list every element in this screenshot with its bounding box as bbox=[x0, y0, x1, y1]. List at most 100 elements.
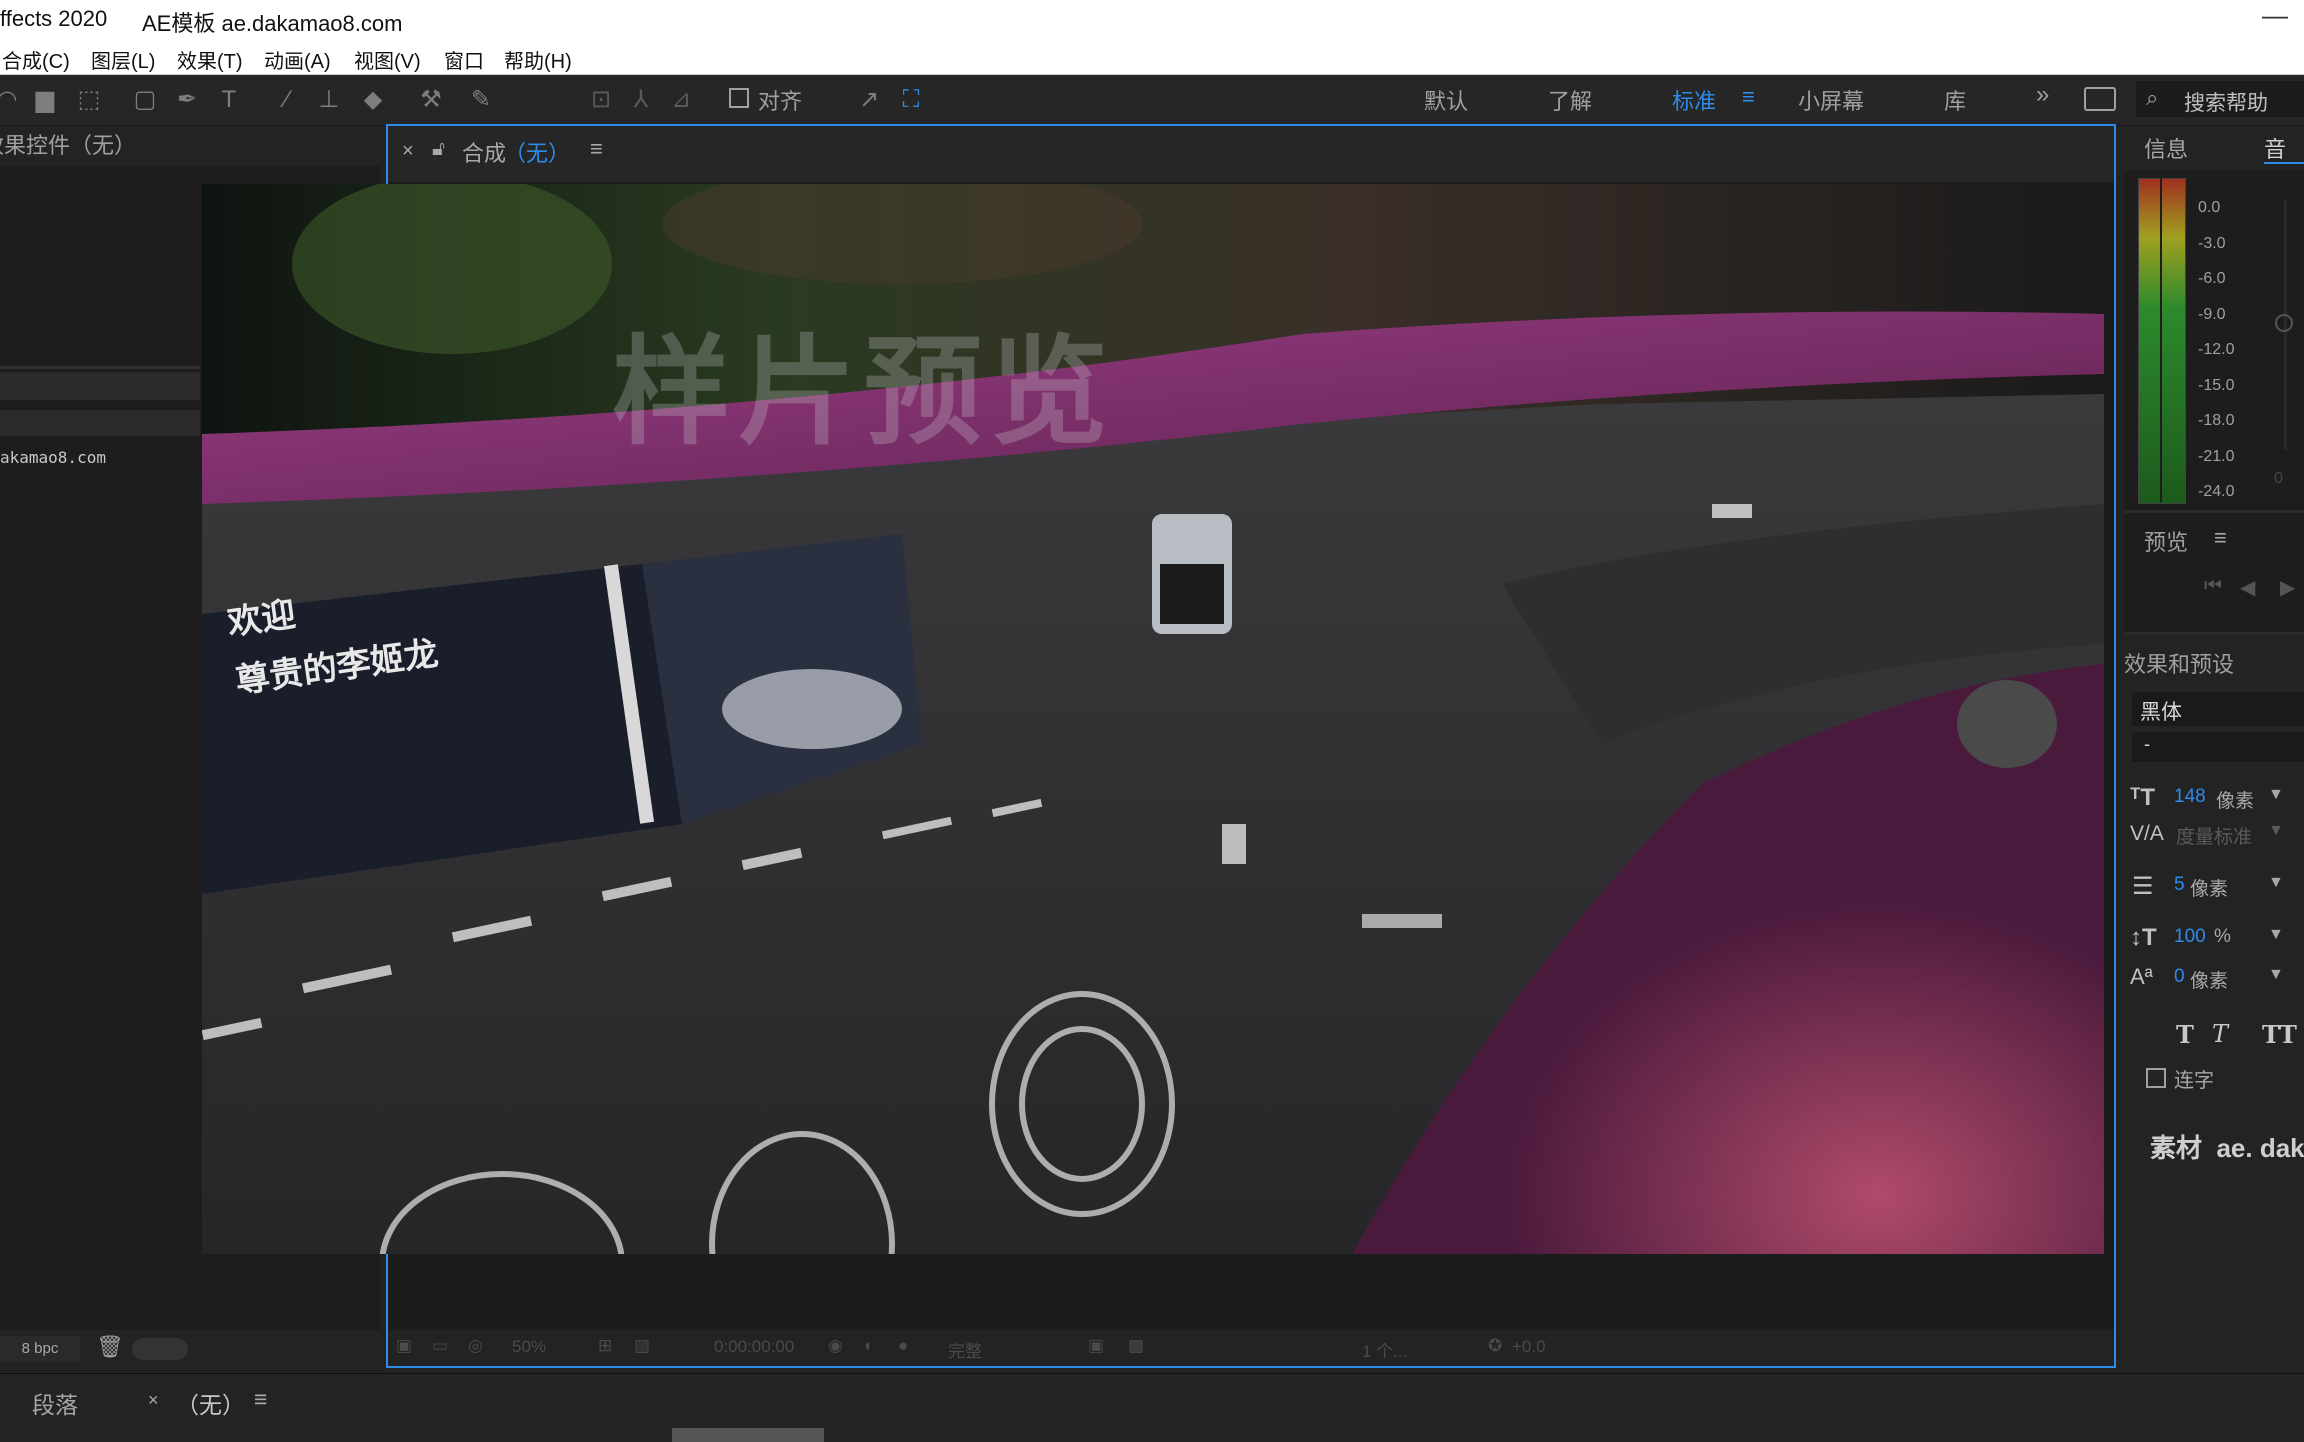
resolution-dropdown[interactable]: 完整 bbox=[948, 1337, 982, 1362]
kerning-value[interactable]: 度量标准 bbox=[2176, 822, 2252, 849]
roi-icon[interactable]: ▣ bbox=[1088, 1336, 1104, 1356]
tab-paragraph[interactable]: 段落 bbox=[32, 1386, 78, 1420]
views-dropdown[interactable]: 1 个... bbox=[1362, 1337, 1407, 1362]
workspace-standard[interactable]: 标准 bbox=[1672, 84, 1716, 116]
region-icon[interactable]: ▧ bbox=[634, 1336, 650, 1356]
font-style-dropdown[interactable]: - bbox=[2132, 732, 2304, 762]
menu-effect[interactable]: 效果(T) bbox=[177, 45, 243, 74]
composition-tab-label[interactable]: 合成 bbox=[462, 136, 506, 168]
composition-viewer[interactable]: 样片预览 欢迎 尊贵的李姬龙 bbox=[202, 184, 2104, 1254]
font-size-dropdown-icon[interactable]: ▼ bbox=[2268, 786, 2284, 804]
vertical-scale-value[interactable]: 100 bbox=[2174, 926, 2206, 948]
monitor-icon[interactable]: ▭ bbox=[432, 1336, 448, 1356]
faux-italic-icon[interactable]: T bbox=[2212, 1020, 2228, 1048]
title-bar: ffects 2020 AE模板 ae.dakamao8.com — bbox=[0, 0, 2304, 38]
camera-tool-icon[interactable]: ▆ bbox=[30, 85, 60, 115]
workspace-default[interactable]: 默认 bbox=[1424, 84, 1468, 116]
tab-timeline-none[interactable]: （无） bbox=[176, 1386, 245, 1420]
menu-window[interactable]: 窗口 bbox=[444, 45, 484, 74]
zoom-slider[interactable] bbox=[132, 1338, 188, 1360]
all-caps-icon[interactable]: TT bbox=[2262, 1020, 2297, 1049]
preview-panel: 预览 ≡ ⏮ ◀ ▶ bbox=[2124, 510, 2304, 633]
eraser-tool-icon[interactable]: ◆ bbox=[358, 85, 388, 115]
type-tool-icon[interactable]: T bbox=[214, 85, 244, 115]
menu-animation[interactable]: 动画(A) bbox=[264, 45, 331, 74]
view-axis-icon[interactable]: ⊿ bbox=[666, 85, 696, 115]
pan-behind-tool-icon[interactable]: ⬚ bbox=[74, 85, 104, 115]
snap-target-icon[interactable]: ⛶ bbox=[896, 85, 926, 115]
meter-label: -24.0 bbox=[2198, 483, 2235, 500]
sync-settings-icon[interactable] bbox=[2084, 87, 2116, 111]
mask-visibility-icon[interactable]: ◎ bbox=[468, 1336, 483, 1356]
stroke-width-icon: ☰ bbox=[2132, 873, 2154, 900]
faux-bold-icon[interactable]: T bbox=[2176, 1020, 2194, 1049]
brush-tool-icon[interactable]: ⁄ bbox=[272, 85, 302, 115]
clone-stamp-tool-icon[interactable]: ⊥ bbox=[314, 85, 344, 115]
grid-icon[interactable]: ⊞ bbox=[598, 1336, 612, 1356]
minimize-button[interactable]: — bbox=[2262, 0, 2288, 31]
stroke-width-value[interactable]: 5 bbox=[2174, 874, 2185, 896]
play-icon[interactable]: ▶ bbox=[2280, 575, 2295, 600]
lock-icon[interactable]: 🔓︎ bbox=[432, 138, 445, 161]
tab-info[interactable]: 信息 bbox=[2144, 132, 2188, 164]
menu-layer[interactable]: 图层(L) bbox=[91, 45, 155, 74]
close-timeline-tab-icon[interactable]: × bbox=[148, 1390, 159, 1411]
first-frame-icon[interactable]: ⏮ bbox=[2204, 575, 2222, 598]
stroke-width-dropdown-icon[interactable]: ▼ bbox=[2268, 874, 2284, 892]
menu-help[interactable]: 帮助(H) bbox=[504, 45, 572, 74]
vertical-scale-dropdown-icon[interactable]: ▼ bbox=[2268, 926, 2284, 944]
workspace-menu-icon[interactable]: ≡ bbox=[1742, 84, 1755, 110]
puppet-pin-tool-icon[interactable]: ✎ bbox=[466, 85, 496, 115]
reset-exposure-icon[interactable]: ✪ bbox=[1488, 1336, 1502, 1356]
transparency-grid-icon[interactable]: ▩ bbox=[1128, 1336, 1144, 1356]
align-checkbox[interactable] bbox=[729, 88, 749, 108]
roto-brush-tool-icon[interactable]: ⚒ bbox=[416, 85, 446, 115]
workspace-small-screen[interactable]: 小屏幕 bbox=[1798, 84, 1864, 116]
meter-label: 0.0 bbox=[2198, 199, 2221, 216]
timeline-menu-icon[interactable]: ≡ bbox=[254, 1386, 267, 1413]
snap-icon[interactable]: ↗ bbox=[854, 85, 884, 115]
zoom-dropdown[interactable]: 50% bbox=[512, 1337, 546, 1357]
menu-view[interactable]: 视图(V) bbox=[354, 45, 421, 74]
trash-icon[interactable]: 🗑 bbox=[96, 1334, 124, 1360]
prev-frame-icon[interactable]: ◀ bbox=[2240, 575, 2255, 600]
baseline-shift-value[interactable]: 0 bbox=[2174, 966, 2185, 988]
meter-right-label: 0 bbox=[2274, 470, 2283, 487]
pen-tool-icon[interactable]: ✒ bbox=[172, 85, 202, 115]
viewer-footer: ▣ ▭ ◎ 50% ⊞ ▧ 0:00:00:00 ◉ ◐ ● 完整 ▣ ▩ 1 … bbox=[388, 1330, 2114, 1366]
workspace-libraries[interactable]: 库 bbox=[1944, 84, 1966, 116]
meter-labels: 0.0 -3.0 -6.0 -9.0 -12.0 -15.0 -18.0 -21… bbox=[2198, 190, 2234, 510]
channel-icon[interactable]: ● bbox=[898, 1336, 908, 1356]
meter-label: -21.0 bbox=[2198, 447, 2235, 465]
rotate-tool-icon[interactable]: ◠ bbox=[0, 85, 22, 115]
welcome-text: 欢迎 bbox=[225, 594, 299, 644]
font-size-value[interactable]: 148 bbox=[2174, 786, 2206, 808]
workspace-learn[interactable]: 了解 bbox=[1548, 84, 1592, 116]
timecode[interactable]: 0:00:00:00 bbox=[714, 1337, 794, 1357]
rectangle-tool-icon[interactable]: ▢ bbox=[130, 85, 160, 115]
bpc-button[interactable]: 8 bpc bbox=[0, 1336, 80, 1362]
effect-controls-header: 效果控件（无） bbox=[0, 126, 380, 166]
search-help-field[interactable]: ⌕ 搜索帮助 bbox=[2136, 81, 2304, 117]
vertical-scale-icon: ↕T bbox=[2130, 924, 2157, 951]
local-axis-icon[interactable]: ⊡ bbox=[586, 85, 616, 115]
ligatures-checkbox[interactable] bbox=[2146, 1068, 2166, 1088]
show-snapshot-icon[interactable]: ◐ bbox=[864, 1336, 874, 1356]
panel-menu-icon[interactable]: ≡ bbox=[590, 136, 603, 162]
kerning-dropdown-icon[interactable]: ▼ bbox=[2268, 822, 2284, 840]
project-item[interactable]: akamao8.com bbox=[0, 448, 106, 467]
composition-tab-name[interactable]: （无） bbox=[504, 136, 570, 168]
world-axis-icon[interactable]: ⅄ bbox=[626, 85, 656, 115]
font-family-dropdown[interactable]: 黑体 bbox=[2132, 692, 2304, 726]
panel-divider bbox=[0, 366, 200, 369]
baseline-shift-dropdown-icon[interactable]: ▼ bbox=[2268, 966, 2284, 984]
workspace-more[interactable]: » bbox=[2036, 81, 2049, 109]
volume-slider-knob[interactable] bbox=[2275, 314, 2293, 332]
close-tab-icon[interactable]: × bbox=[402, 140, 414, 163]
snapshot-icon[interactable]: ◉ bbox=[828, 1336, 843, 1356]
always-preview-icon[interactable]: ▣ bbox=[396, 1336, 412, 1356]
preview-menu-icon[interactable]: ≡ bbox=[2214, 525, 2227, 551]
meter-label: -9.0 bbox=[2198, 305, 2226, 323]
menu-composition[interactable]: 合成(C) bbox=[2, 45, 70, 74]
exposure-value[interactable]: +0.0 bbox=[1512, 1337, 1546, 1357]
